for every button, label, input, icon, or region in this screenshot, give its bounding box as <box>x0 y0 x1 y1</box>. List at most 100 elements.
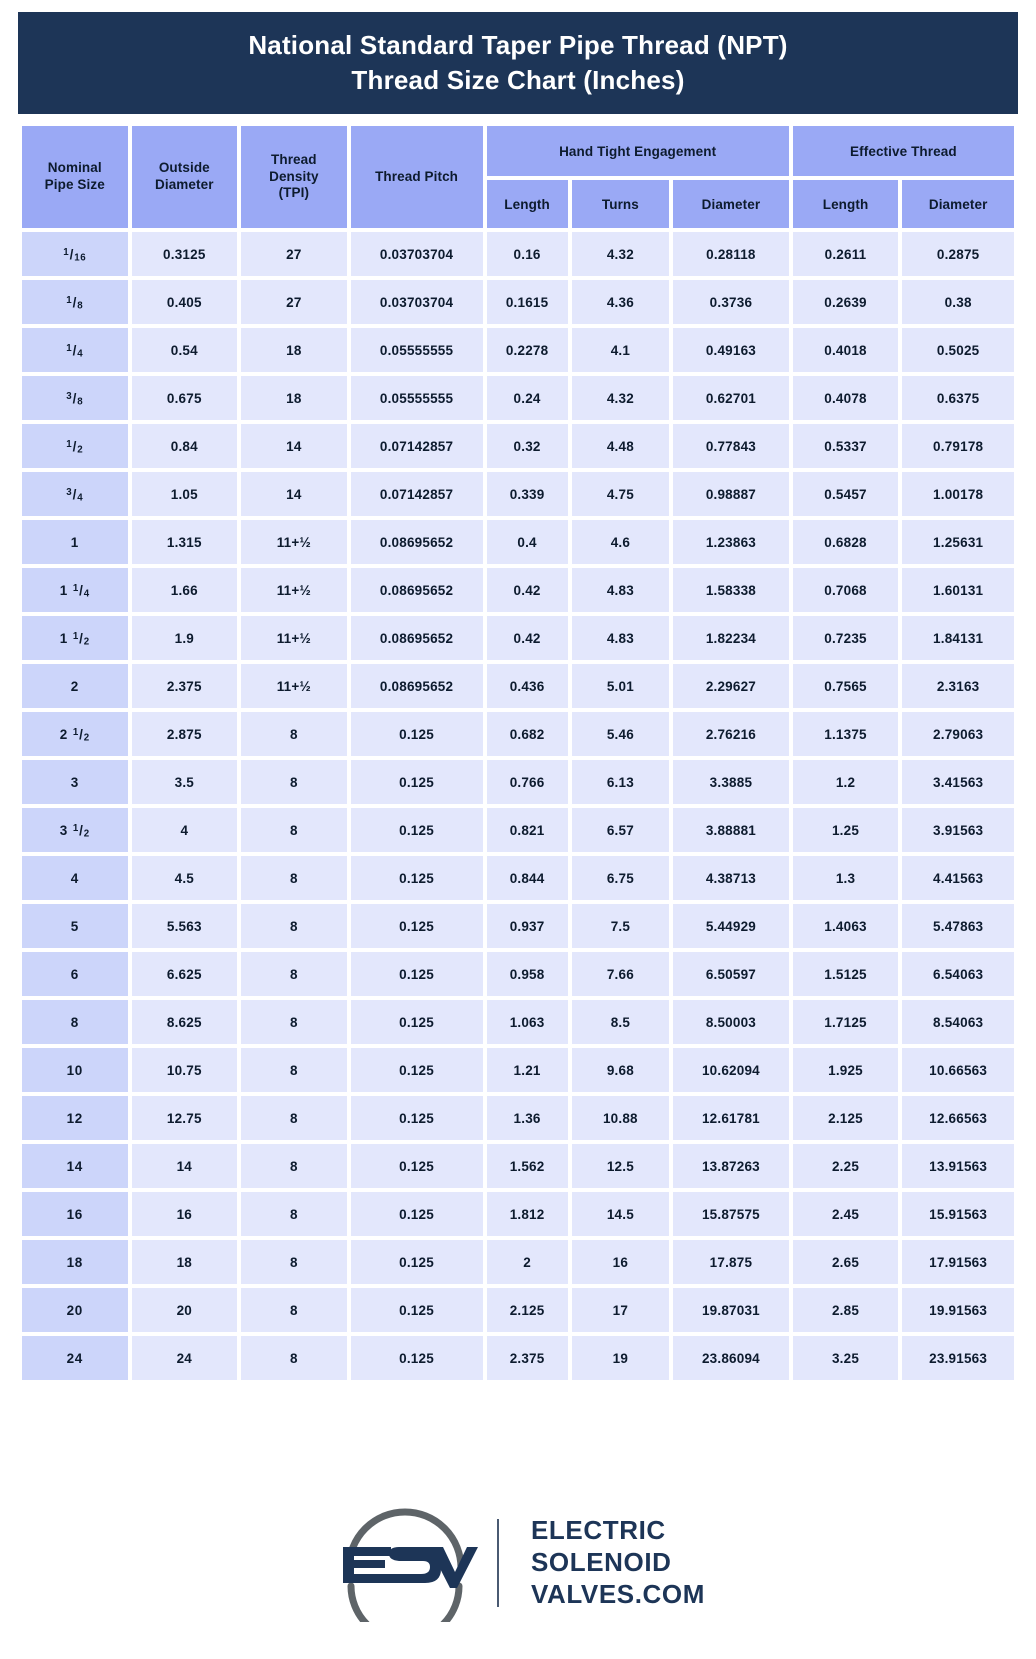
cell-hte-turns: 6.13 <box>571 760 670 804</box>
cell-thread-density: 8 <box>241 1144 347 1188</box>
cell-nominal-pipe-size: 1/4 <box>22 328 128 372</box>
cell-outside-diameter: 24 <box>131 1336 238 1380</box>
column-header-thread-density: Thread Density (TPI) <box>241 126 347 228</box>
cell-et-diameter: 3.91563 <box>902 808 1014 852</box>
cell-outside-diameter: 1.05 <box>131 472 238 516</box>
cell-thread-pitch: 0.08695652 <box>350 616 483 660</box>
cell-thread-density: 8 <box>241 1288 347 1332</box>
cell-thread-density: 8 <box>241 712 347 756</box>
cell-thread-density: 11+½ <box>241 520 347 564</box>
cell-outside-diameter: 4 <box>131 808 238 852</box>
cell-thread-pitch: 0.125 <box>350 904 483 948</box>
cell-hte-diameter: 8.50003 <box>673 1000 789 1044</box>
cell-hte-length: 1.562 <box>486 1144 568 1188</box>
cell-hte-turns: 9.68 <box>571 1048 670 1092</box>
cell-et-diameter: 0.38 <box>902 280 1014 324</box>
header-label-line-2: Density <box>269 168 319 184</box>
table-row: 12 12.75 8 0.125 1.36 10.88 12.61781 2.125 12.66… <box>22 1096 1014 1140</box>
header-label-line-1: Outside <box>158 160 210 176</box>
cell-et-diameter: 15.91563 <box>902 1192 1014 1236</box>
cell-thread-pitch: 0.08695652 <box>350 568 483 612</box>
cell-hte-length: 0.937 <box>486 904 568 948</box>
thread-size-table: Nominal Pipe Size Outside Diameter Threa… <box>18 122 1018 1384</box>
cell-thread-pitch: 0.125 <box>350 1192 483 1236</box>
cell-hte-turns: 12.5 <box>571 1144 670 1188</box>
cell-et-diameter: 12.66563 <box>902 1096 1014 1140</box>
table-head: Nominal Pipe Size Outside Diameter Threa… <box>22 126 1014 228</box>
cell-et-length: 0.4078 <box>792 376 899 420</box>
table-row: 16 16 8 0.125 1.812 14.5 15.87575 2.45 15.91563 <box>22 1192 1014 1236</box>
cell-nominal-pipe-size: 3 1/2 <box>22 808 128 852</box>
column-header-outside-diameter: Outside Diameter <box>131 126 238 228</box>
cell-nominal-pipe-size: 1/2 <box>22 424 128 468</box>
cell-outside-diameter: 0.675 <box>131 376 238 420</box>
cell-nominal-pipe-size: 1 1/4 <box>22 568 128 612</box>
cell-hte-length: 0.42 <box>486 616 568 660</box>
header-label-line-1: Nominal <box>47 160 102 176</box>
esv-logo[interactable]: ELECTRIC SOLENOID VALVES.COM <box>331 1504 705 1622</box>
table-row: 24 24 8 0.125 2.375 19 23.86094 3.25 23.91563 <box>22 1336 1014 1380</box>
cell-outside-diameter: 14 <box>131 1144 238 1188</box>
cell-hte-diameter: 15.87575 <box>673 1192 789 1236</box>
cell-et-diameter: 8.54063 <box>902 1000 1014 1044</box>
cell-hte-turns: 17 <box>571 1288 670 1332</box>
cell-outside-diameter: 1.66 <box>131 568 238 612</box>
table-row: 1/2 0.84 14 0.07142857 0.32 4.48 0.77843 0.5337… <box>22 424 1014 468</box>
cell-hte-length: 1.36 <box>486 1096 568 1140</box>
column-header-hte-turns: Turns <box>571 180 670 228</box>
cell-thread-pitch: 0.03703704 <box>350 232 483 276</box>
cell-thread-density: 8 <box>241 856 347 900</box>
cell-hte-length: 1.21 <box>486 1048 568 1092</box>
cell-et-diameter: 0.2875 <box>902 232 1014 276</box>
cell-et-diameter: 1.25631 <box>902 520 1014 564</box>
cell-hte-length: 0.844 <box>486 856 568 900</box>
cell-et-diameter: 5.47863 <box>902 904 1014 948</box>
cell-hte-turns: 6.57 <box>571 808 670 852</box>
cell-hte-length: 0.339 <box>486 472 568 516</box>
cell-nominal-pipe-size: 20 <box>22 1288 128 1332</box>
table-row: 3/4 1.05 14 0.07142857 0.339 4.75 0.98887 0.545… <box>22 472 1014 516</box>
table-header-row-groups: Nominal Pipe Size Outside Diameter Threa… <box>22 126 1014 228</box>
cell-thread-density: 18 <box>241 376 347 420</box>
cell-et-diameter: 1.60131 <box>902 568 1014 612</box>
cell-hte-diameter: 3.3885 <box>673 760 789 804</box>
cell-hte-diameter: 0.77843 <box>673 424 789 468</box>
cell-outside-diameter: 6.625 <box>131 952 238 996</box>
table-row: 20 20 8 0.125 2.125 17 19.87031 2.85 19.91563 <box>22 1288 1014 1332</box>
cell-hte-turns: 7.66 <box>571 952 670 996</box>
cell-thread-density: 8 <box>241 1336 347 1380</box>
cell-hte-turns: 4.83 <box>571 616 670 660</box>
cell-thread-density: 8 <box>241 808 347 852</box>
column-group-header-hand-tight-engagement: Hand Tight Engagement <box>486 126 789 177</box>
cell-hte-turns: 4.83 <box>571 568 670 612</box>
cell-hte-turns: 6.75 <box>571 856 670 900</box>
cell-hte-length: 0.24 <box>486 376 568 420</box>
cell-et-length: 2.85 <box>792 1288 899 1332</box>
cell-thread-pitch: 0.03703704 <box>350 280 483 324</box>
cell-hte-length: 0.1615 <box>486 280 568 324</box>
cell-hte-turns: 16 <box>571 1240 670 1284</box>
cell-et-length: 1.4063 <box>792 904 899 948</box>
cell-et-length: 2.125 <box>792 1096 899 1140</box>
cell-et-diameter: 0.6375 <box>902 376 1014 420</box>
header-label-line-2: Diameter <box>155 177 214 192</box>
column-header-thread-pitch: Thread Pitch <box>350 126 483 228</box>
table-row: 1/4 0.54 18 0.05555555 0.2278 4.1 0.49163 0.401… <box>22 328 1014 372</box>
cell-hte-diameter: 12.61781 <box>673 1096 789 1140</box>
cell-thread-density: 8 <box>241 1240 347 1284</box>
cell-outside-diameter: 18 <box>131 1240 238 1284</box>
cell-nominal-pipe-size: 2 1/2 <box>22 712 128 756</box>
cell-et-length: 2.45 <box>792 1192 899 1236</box>
cell-et-length: 0.7235 <box>792 616 899 660</box>
cell-et-diameter: 4.41563 <box>902 856 1014 900</box>
cell-et-length: 3.25 <box>792 1336 899 1380</box>
cell-nominal-pipe-size: 3/4 <box>22 472 128 516</box>
cell-thread-density: 14 <box>241 424 347 468</box>
cell-hte-diameter: 5.44929 <box>673 904 789 948</box>
table-row: 1/16 0.3125 27 0.03703704 0.16 4.32 0.28118 0.2… <box>22 232 1014 276</box>
table-row: 4 4.5 8 0.125 0.844 6.75 4.38713 1.3 4.41563 <box>22 856 1014 900</box>
cell-et-length: 1.925 <box>792 1048 899 1092</box>
cell-hte-diameter: 0.98887 <box>673 472 789 516</box>
cell-outside-diameter: 1.9 <box>131 616 238 660</box>
cell-outside-diameter: 1.315 <box>131 520 238 564</box>
